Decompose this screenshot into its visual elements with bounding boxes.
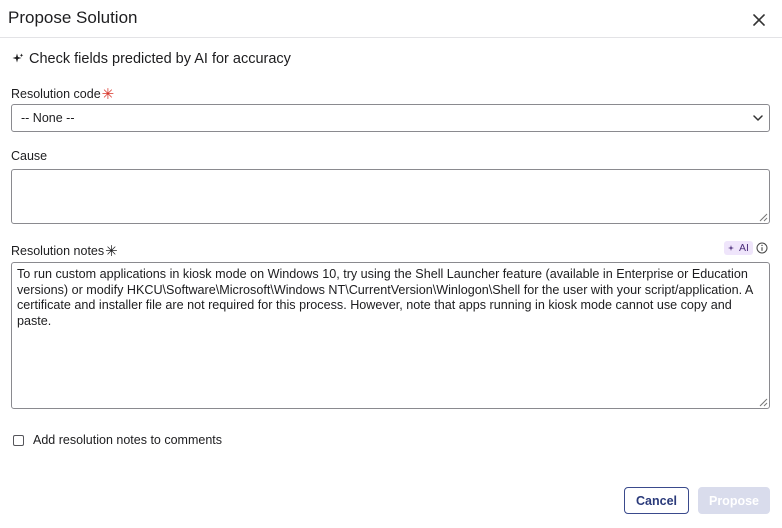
- ai-tag-label: AI: [739, 242, 749, 254]
- cause-label: Cause: [11, 149, 48, 163]
- ai-accuracy-banner: Check fields predicted by AI for accurac…: [12, 49, 291, 69]
- resolution-code-select[interactable]: -- None --: [11, 104, 770, 132]
- ai-generated-tag: AI: [724, 241, 753, 255]
- resolution-code-label-text: Resolution code: [11, 87, 101, 101]
- resolution-notes-label-text: Resolution notes: [11, 244, 105, 258]
- cancel-button[interactable]: Cancel: [624, 487, 689, 514]
- propose-button[interactable]: Propose: [698, 487, 770, 514]
- ai-banner-text: Check fields predicted by AI for accurac…: [29, 51, 291, 67]
- propose-solution-dialog: Propose Solution Check fields predicted …: [0, 0, 782, 528]
- sparkle-icon: [12, 53, 24, 63]
- required-indicator: ✳: [105, 243, 118, 260]
- info-icon[interactable]: [756, 242, 768, 254]
- dialog-title: Propose Solution: [8, 8, 138, 27]
- resize-grip-icon[interactable]: [759, 398, 768, 407]
- resolution-code-label: Resolution code✳: [11, 84, 115, 103]
- close-icon: [753, 14, 765, 26]
- add-notes-to-comments-row: Add resolution notes to comments: [13, 433, 222, 447]
- add-notes-to-comments-checkbox[interactable]: [13, 434, 24, 446]
- required-indicator: ✳: [101, 86, 115, 103]
- cause-textarea[interactable]: [11, 169, 770, 224]
- resolution-code-value: -- None --: [21, 111, 75, 125]
- chevron-down-icon: [753, 115, 763, 121]
- sparkle-icon: [728, 245, 734, 251]
- resolution-notes-label: Resolution notes✳: [11, 241, 118, 260]
- resize-grip-icon[interactable]: [759, 213, 768, 222]
- close-button[interactable]: [748, 9, 770, 31]
- dialog-header: Propose Solution: [0, 0, 782, 38]
- add-notes-to-comments-label: Add resolution notes to comments: [33, 433, 222, 447]
- resolution-notes-textarea[interactable]: To run custom applications in kiosk mode…: [11, 262, 770, 409]
